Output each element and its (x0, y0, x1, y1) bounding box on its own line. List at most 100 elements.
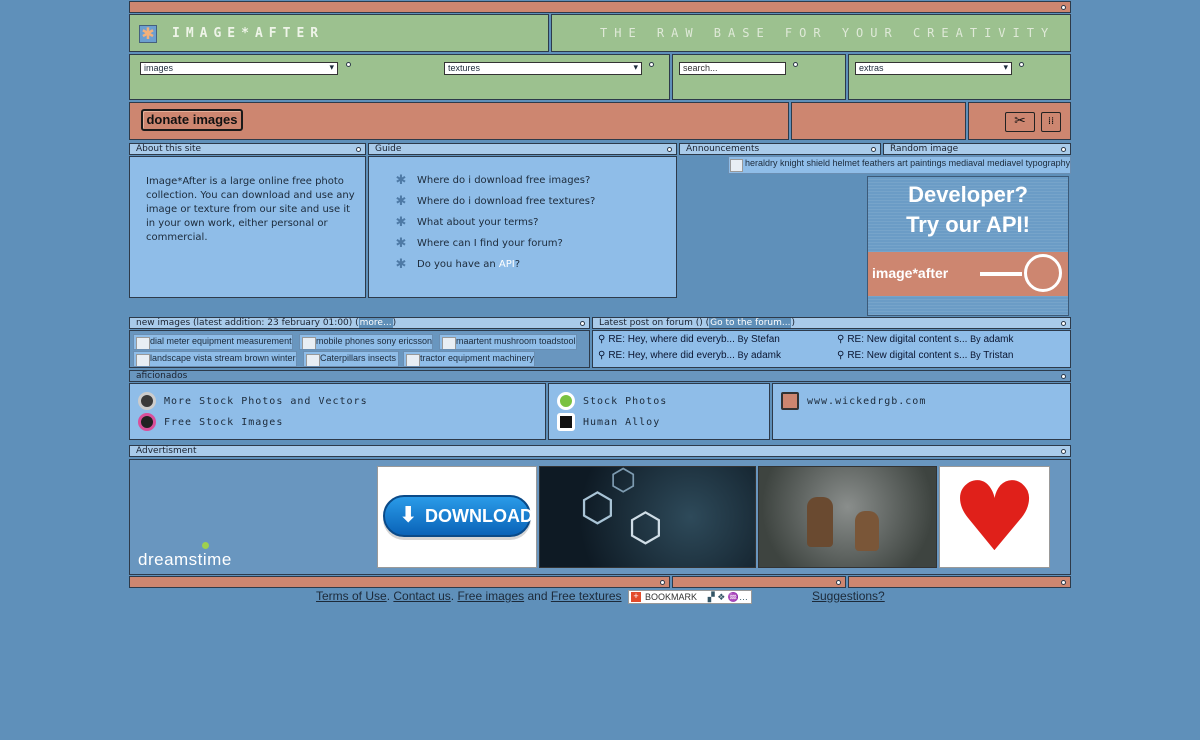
new-image-thumb[interactable]: maartent mushroom toadstool (439, 334, 577, 350)
extras-dot (1019, 62, 1024, 67)
forum-post[interactable]: ⚲ RE: Hey, where did everyb... By Stefan (598, 334, 780, 345)
aficionado-link-label[interactable]: Human Alloy (583, 417, 660, 428)
free-images-link[interactable]: Free images (457, 589, 524, 603)
api-ad-line1: Developer? (908, 182, 1028, 207)
category-select[interactable]: images ▾ (140, 62, 338, 75)
forum-post-author[interactable]: Stefan (751, 334, 780, 345)
forum-post-author[interactable]: adamk (751, 350, 781, 361)
aficionado-link-label[interactable]: www.wickedrgb.com (807, 396, 926, 407)
spiral-icon (557, 392, 575, 410)
forum-post-subject[interactable]: RE: Hey, where did everyb... (608, 350, 735, 361)
forum-title-end: ) (791, 318, 795, 328)
guide-link[interactable]: Where do i download free textures? (417, 196, 595, 207)
guide-item[interactable]: ✱ Where can I find your forum? (395, 236, 595, 251)
aficionado-link-label[interactable]: Free Stock Images (164, 417, 283, 428)
extras-select[interactable]: extras ▾ (855, 62, 1012, 75)
ad-heart-image[interactable]: ♥ (939, 466, 1050, 568)
subcategory-select[interactable]: textures ▾ (444, 62, 642, 75)
forum-post-subject[interactable]: RE: New digital content s... (847, 350, 967, 361)
leaf-icon (202, 542, 209, 549)
search-dot (793, 62, 798, 67)
free-textures-link[interactable]: Free textures (551, 589, 622, 603)
advertisment-header: Advertisment (129, 445, 1071, 457)
forum-post-author[interactable]: adamk (983, 334, 1013, 345)
footer-bar-left (129, 576, 670, 588)
aficionado-link[interactable]: www.wickedrgb.com (781, 392, 926, 410)
advertisment-title: Advertisment (136, 446, 197, 456)
download-label: DOWNLOAD (425, 506, 533, 526)
new-image-thumb[interactable]: landscape vista stream brown winter (133, 351, 297, 367)
new-image-thumb[interactable]: Caterpillars insects (303, 351, 399, 367)
category-dot (346, 62, 351, 67)
contact-link[interactable]: Contact us (393, 589, 450, 603)
new-image-thumb[interactable]: mobile phones sony ericsson (299, 334, 433, 350)
tagline: THE RAW BASE FOR YOUR CREATIVITY (600, 26, 1056, 40)
go-to-forum-link[interactable]: Go to the forum... (709, 318, 792, 328)
bookmark-button[interactable]: + BOOKMARK ▞ ❖ ♒… (628, 590, 752, 604)
forum-post-by: By (737, 334, 749, 344)
asterisk-icon: ✱ (395, 194, 407, 209)
ad-deer-image[interactable] (758, 466, 937, 568)
aficionado-link-label[interactable]: Stock Photos (583, 396, 667, 407)
terms-link[interactable]: Terms of Use (316, 589, 387, 603)
download-button: ⬇ DOWNLOAD (383, 495, 533, 537)
ad-download-image[interactable]: ⬇ DOWNLOAD (377, 466, 537, 568)
api-ad-line2: Try our API! (906, 212, 1030, 237)
new-image-thumb[interactable]: dial meter equipment measurement (133, 334, 293, 350)
guide-link[interactable]: Where do i download free images? (417, 175, 590, 186)
scissors-icon[interactable]: ✂ (1005, 112, 1035, 132)
plug-icon (980, 272, 1022, 276)
forum-post-subject[interactable]: RE: New digital content s... (847, 334, 967, 345)
footer-bar-right (848, 576, 1071, 588)
dreamstime-brand: dreamstime (138, 550, 232, 569)
guide-title: Guide (375, 144, 402, 154)
search-input[interactable]: search... (679, 62, 786, 75)
logo-panel[interactable]: ✱ IMAGE*AFTER (129, 14, 549, 52)
ad-tech-image[interactable]: ⬡ ⬡ ⬡ (539, 463, 756, 568)
forum-post[interactable]: ⚲ RE: New digital content s... By adamk (837, 334, 1013, 345)
new-image-thumb[interactable]: tractor equipment machinery (403, 351, 535, 367)
guide-item[interactable]: ✱ Do you have an API? (395, 257, 595, 272)
search-input-placeholder: search... (683, 63, 718, 73)
new-images-panel: dial meter equipment measurement mobile … (129, 330, 590, 368)
asterisk-icon: ✱ (395, 236, 407, 251)
guide-item[interactable]: ✱ What about your terms? (395, 215, 595, 230)
aficionado-link[interactable]: Free Stock Images (138, 413, 283, 431)
aficionado-link-label[interactable]: More Stock Photos and Vectors (164, 396, 368, 407)
api-ad[interactable]: Developer? Try our API! image*after (867, 176, 1069, 316)
aficionado-link[interactable]: Stock Photos (557, 392, 667, 410)
donate-panel: donate images (129, 102, 789, 140)
api-link[interactable]: API (499, 259, 515, 270)
forum-post-by: By (737, 350, 749, 360)
asterisk-icon: ✱ (139, 25, 157, 43)
guide-text: Do you have an (417, 259, 496, 270)
forum-post-author[interactable]: Tristan (983, 350, 1013, 361)
heart-icon: ♥ (951, 461, 1038, 573)
more-link[interactable]: more... (358, 318, 393, 328)
random-image[interactable]: heraldry knight shield helmet feathers a… (728, 156, 1071, 174)
guide-link[interactable]: Where can I find your forum? (417, 238, 563, 249)
forum-post[interactable]: ⚲ RE: Hey, where did everyb... By adamk (598, 350, 781, 361)
footer-links: Terms of Use. Contact us. Free images an… (316, 589, 622, 603)
guide-link[interactable]: What about your terms? (417, 217, 538, 228)
aficionado-link[interactable]: More Stock Photos and Vectors (138, 392, 368, 410)
plus-icon: + (631, 592, 641, 602)
bulb-icon: ⚲ (837, 334, 845, 345)
forum-post[interactable]: ⚲ RE: New digital content s... By Tristan (837, 350, 1014, 361)
deer-icon (807, 497, 833, 547)
new-images-header: new images (latest addition: 23 february… (129, 317, 590, 329)
extras-select-value: extras (859, 63, 884, 73)
footer-sep: . (386, 589, 391, 603)
subcategory-dot (649, 62, 654, 67)
aficionado-link[interactable]: Human Alloy (557, 413, 660, 431)
suggestions-link[interactable]: Suggestions? (812, 589, 885, 603)
guide-item[interactable]: ✱ Where do i download free images? (395, 173, 595, 188)
grid-icon[interactable]: ⁞⁞ (1041, 112, 1061, 132)
aficionados-title: aficionados (136, 371, 188, 381)
guide-item[interactable]: ✱ Where do i download free textures? (395, 194, 596, 209)
donate-images-button[interactable]: donate images (141, 109, 243, 131)
dreamstime-logo[interactable]: dreamstime (138, 542, 232, 570)
forum-header: Latest post on forum () (Go to the forum… (592, 317, 1071, 329)
forum-post-subject[interactable]: RE: Hey, where did everyb... (608, 334, 735, 345)
forum-panel: ⚲ RE: Hey, where did everyb... By Stefan … (592, 330, 1071, 368)
